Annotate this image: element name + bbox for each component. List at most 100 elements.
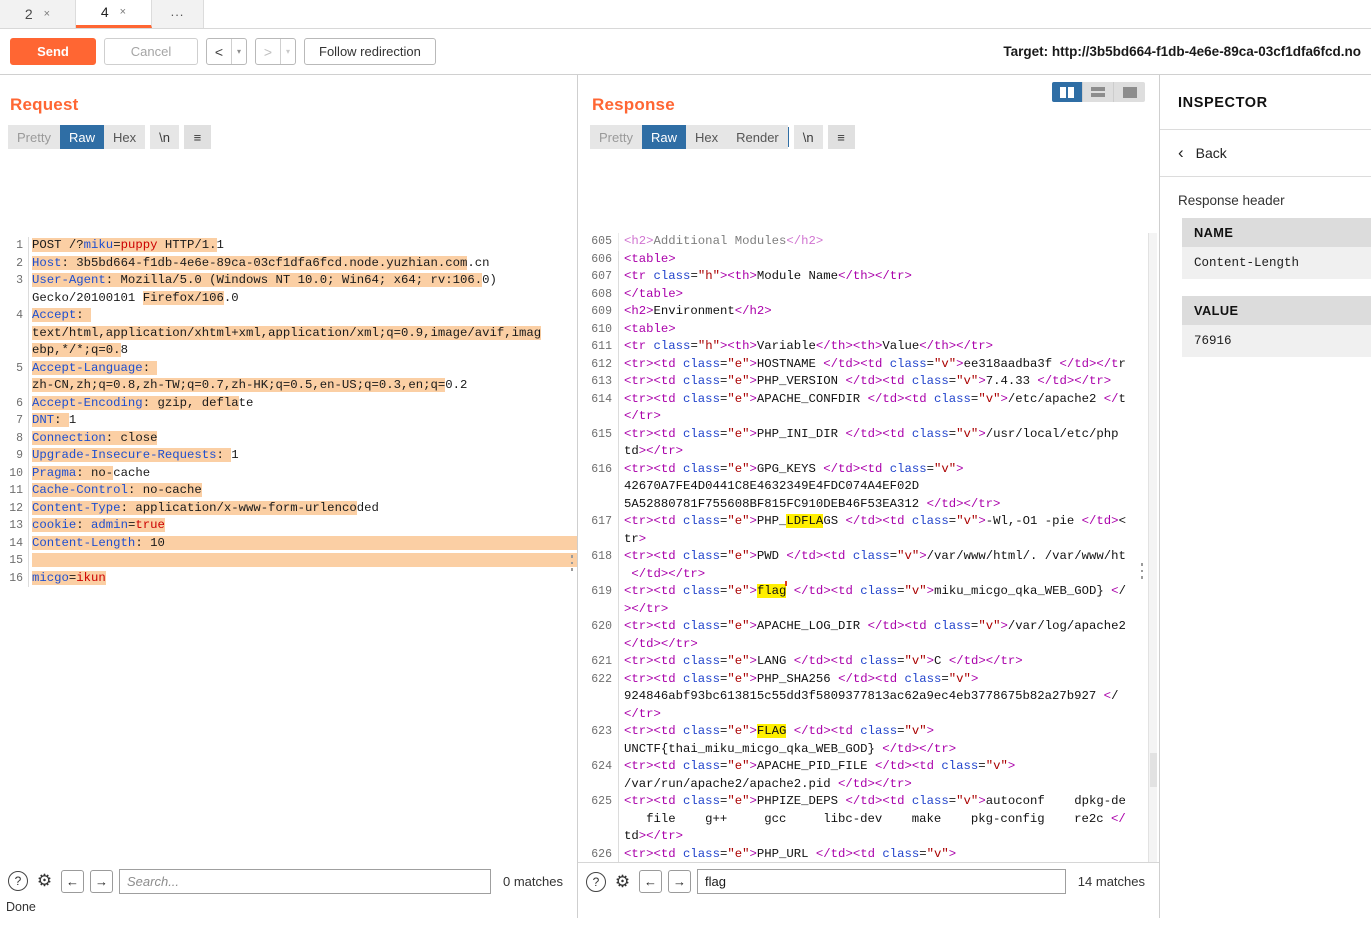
search-prev-button[interactable]: ← [639, 870, 662, 893]
side-by-side-layout-icon[interactable] [1052, 82, 1083, 102]
send-button[interactable]: Send [10, 38, 96, 65]
gear-icon[interactable]: ⚙ [34, 871, 55, 892]
code-line[interactable]: 615 <tr><td class="e">PHP_INI_DIR </td><t… [578, 425, 1159, 443]
forward-history-button[interactable]: > ▾ [255, 38, 296, 65]
code-line[interactable]: </td></tr> [578, 565, 1159, 583]
search-next-button[interactable]: → [668, 870, 691, 893]
code-line[interactable]: 620 <tr><td class="e">APACHE_LOG_DIR </td… [578, 618, 1159, 636]
request-resize-handle[interactable] [570, 555, 573, 571]
chevron-right-icon[interactable]: > [256, 39, 280, 64]
code-line[interactable]: 12 Content-Type: application/x-www-form-u… [0, 499, 577, 517]
request-tab-hex[interactable]: Hex [103, 125, 146, 149]
chevron-down-icon[interactable]: ▾ [280, 39, 295, 64]
code-line[interactable]: 8 Connection: close [0, 429, 577, 447]
response-editor[interactable]: 605 <h2>Additional Modules</h2> 606 <table>… [578, 233, 1159, 862]
stacked-layout-icon[interactable] [1083, 82, 1114, 102]
code-line[interactable]: 621 <tr><td class="e">LANG </td><td class… [578, 653, 1159, 671]
code-line[interactable]: 606 <table> [578, 250, 1159, 268]
response-tab-render[interactable]: Render [727, 125, 788, 149]
help-icon[interactable]: ? [8, 871, 28, 891]
code-line[interactable]: 611 <tr class="h"><th>Variable</th><th>Va… [578, 338, 1159, 356]
code-line[interactable]: 623 <tr><td class="e">FLAG </td><td class… [578, 723, 1159, 741]
chevron-down-icon[interactable]: ▾ [231, 39, 246, 64]
tab-4[interactable]: 4 × [76, 0, 152, 28]
gear-icon[interactable]: ⚙ [612, 871, 633, 892]
inspector-back-button[interactable]: ‹ Back [1160, 130, 1371, 176]
code-line[interactable]: </td></tr> [578, 635, 1159, 653]
chevron-left-icon[interactable]: < [207, 39, 231, 64]
code-line[interactable]: 610 <table> [578, 320, 1159, 338]
code-line[interactable]: 11 Cache-Control: no-cache [0, 482, 577, 500]
code-line[interactable]: UNCTF{thai_miku_micgo_qka_WEB_GOD} </td>… [578, 740, 1159, 758]
request-editor[interactable]: 1 POST /?miku=puppy HTTP/1.1 2 Host: 3b5bd6… [0, 237, 577, 862]
code-line[interactable]: 619 <tr><td class="e">flag </td><td class… [578, 583, 1159, 601]
follow-redirection-button[interactable]: Follow redirection [304, 38, 436, 65]
request-tab-raw[interactable]: Raw [59, 125, 104, 149]
code-line[interactable]: 6 Accept-Encoding: gzip, deflate [0, 394, 577, 412]
response-scrollbar-thumb[interactable] [1150, 753, 1157, 787]
code-line[interactable]: ebp,*/*;q=0.8 [0, 342, 577, 360]
code-line[interactable]: file g++ gcc libc-dev make pkg-config re… [578, 810, 1159, 828]
code-line[interactable]: td></tr> [578, 828, 1159, 846]
inspector-field-value[interactable]: Content-Length [1182, 247, 1371, 279]
code-line[interactable]: 612 <tr><td class="e">HOSTNAME </td><td c… [578, 355, 1159, 373]
code-line[interactable]: 622 <tr><td class="e">PHP_SHA256 </td><td… [578, 670, 1159, 688]
code-line[interactable]: 4 Accept: [0, 307, 577, 325]
back-history-button[interactable]: < ▾ [206, 38, 247, 65]
code-line[interactable]: 7 DNT: 1 [0, 412, 577, 430]
code-line[interactable]: 16 micgo=ikun [0, 569, 577, 587]
response-menu-icon[interactable]: ≡ [827, 125, 855, 149]
help-icon[interactable]: ? [586, 871, 606, 892]
code-line[interactable]: </tr> [578, 408, 1159, 426]
code-line[interactable]: 614 <tr><td class="e">APACHE_CONFDIR </td… [578, 390, 1159, 408]
response-resize-handle[interactable] [1140, 563, 1143, 579]
code-line[interactable]: 624 <tr><td class="e">APACHE_PID_FILE </t… [578, 758, 1159, 776]
search-next-button[interactable]: → [90, 869, 113, 893]
code-line[interactable]: 5A52880781F755608BF815FC910DEB46F53EA312… [578, 495, 1159, 513]
response-tab-pretty[interactable]: Pretty [590, 125, 642, 149]
code-line[interactable]: 608 </table> [578, 285, 1159, 303]
code-line[interactable]: 607 <tr class="h"><th>Module Name</th></t… [578, 268, 1159, 286]
code-line[interactable]: Gecko/20100101 Firefox/106.0 [0, 289, 577, 307]
tab-overflow-button[interactable]: ... [152, 0, 204, 28]
code-line[interactable]: 2 Host: 3b5bd664-f1db-4e6e-89ca-03cf1dfa6… [0, 254, 577, 272]
code-line[interactable]: /var/run/apache2/apache2.pid </td></tr> [578, 775, 1159, 793]
code-line[interactable]: 625 <tr><td class="e">PHPIZE_DEPS </td><t… [578, 793, 1159, 811]
code-line[interactable]: 605 <h2>Additional Modules</h2> [578, 233, 1159, 251]
code-line[interactable]: 10 Pragma: no-cache [0, 464, 577, 482]
code-line[interactable]: 924846abf93bc613815c55dd3f5809377813ac62… [578, 688, 1159, 706]
code-line[interactable]: 617 <tr><td class="e">PHP_LDFLAGS </td><t… [578, 513, 1159, 531]
code-line[interactable]: 609 <h2>Environment</h2> [578, 303, 1159, 321]
response-tab-hex[interactable]: Hex [685, 125, 728, 149]
code-line[interactable]: 3 User-Agent: Mozilla/5.0 (Windows NT 10.… [0, 272, 577, 290]
code-line[interactable]: 13 cookie: admin=true [0, 517, 577, 535]
code-line[interactable]: 15 [0, 552, 577, 570]
close-icon[interactable]: × [120, 6, 126, 18]
code-line[interactable]: text/html,application/xhtml+xml,applicat… [0, 324, 577, 342]
code-line[interactable]: 42670A7FE4D0441C8E4632349E4FDC074A4EF02D [578, 478, 1159, 496]
code-line[interactable]: zh-CN,zh;q=0.8,zh-TW;q=0.7,zh-HK;q=0.5,e… [0, 377, 577, 395]
code-line[interactable]: td></tr> [578, 443, 1159, 461]
code-line[interactable]: tr> [578, 530, 1159, 548]
code-line[interactable]: ></tr> [578, 600, 1159, 618]
code-line[interactable]: 14 Content-Length: 10 [0, 534, 577, 552]
code-line[interactable]: </tr> [578, 705, 1159, 723]
response-search-input[interactable] [697, 869, 1066, 894]
response-tab-raw[interactable]: Raw [641, 125, 686, 149]
code-line[interactable]: 9 Upgrade-Insecure-Requests: 1 [0, 447, 577, 465]
search-prev-button[interactable]: ← [61, 869, 84, 893]
tab-2[interactable]: 2 × [0, 0, 76, 28]
inspector-field-value[interactable]: 76916 [1182, 325, 1371, 357]
code-line[interactable]: 613 <tr><td class="e">PHP_VERSION </td><t… [578, 373, 1159, 391]
code-line[interactable]: 626 <tr><td class="e">PHP_URL </td><td cl… [578, 845, 1159, 862]
code-line[interactable]: 1 POST /?miku=puppy HTTP/1.1 [0, 237, 577, 255]
response-newline-toggle[interactable]: \n [793, 125, 823, 149]
close-icon[interactable]: × [44, 8, 50, 20]
response-scrollbar[interactable] [1148, 233, 1157, 862]
code-line[interactable]: 616 <tr><td class="e">GPG_KEYS </td><td c… [578, 460, 1159, 478]
request-newline-toggle[interactable]: \n [150, 125, 179, 149]
cancel-button[interactable]: Cancel [104, 38, 198, 65]
single-layout-icon[interactable] [1114, 82, 1145, 102]
request-tab-pretty[interactable]: Pretty [8, 125, 60, 149]
code-line[interactable]: 5 Accept-Language: [0, 359, 577, 377]
